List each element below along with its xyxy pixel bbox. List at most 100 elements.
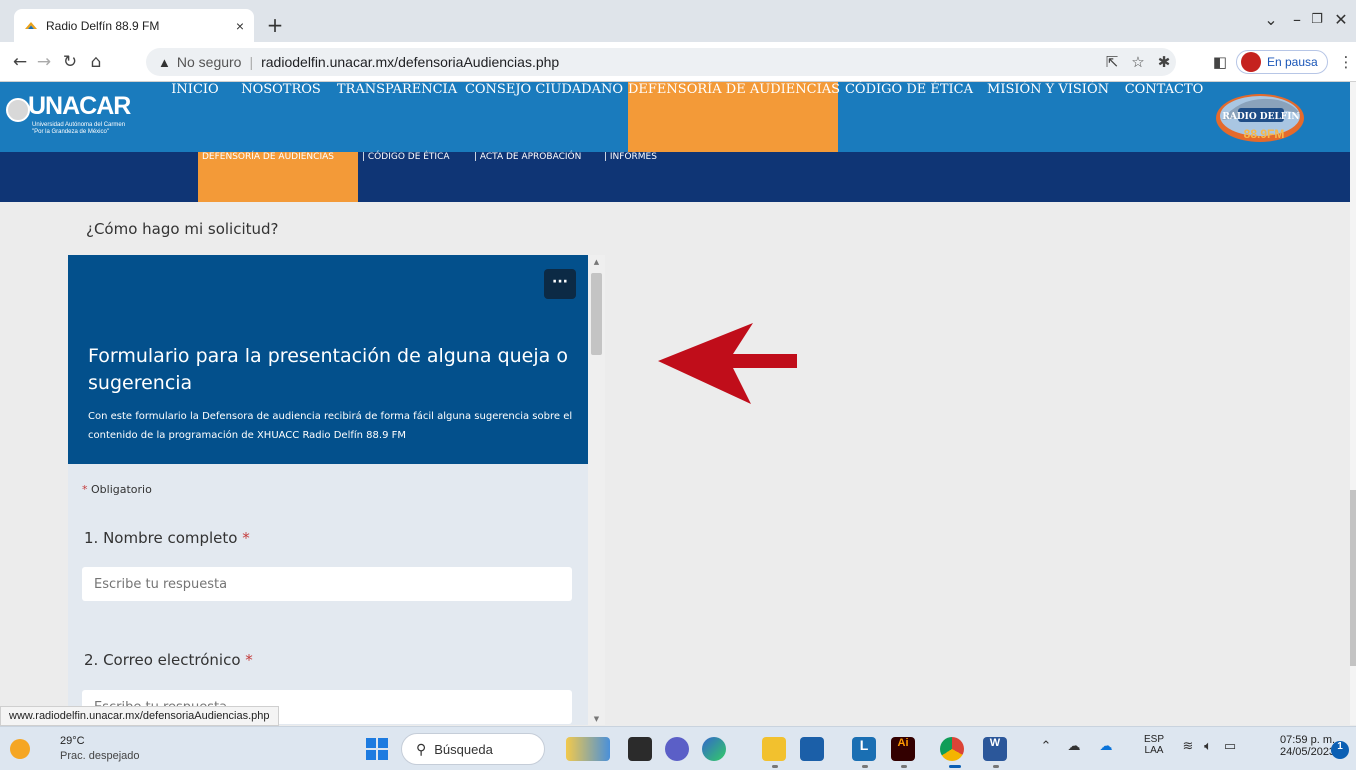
tab-close-icon[interactable]: × xyxy=(236,18,244,34)
profile-avatar xyxy=(1241,52,1261,72)
nav-transparencia[interactable]: TRANSPARENCIA xyxy=(332,82,462,152)
clock-date: 24/05/2023 xyxy=(1280,746,1336,758)
subnav-defensoria-de-audiencias[interactable]: DEFENSORÍA DE AUDIENCIAS xyxy=(198,152,358,202)
logo-text: UNACAR xyxy=(28,92,131,120)
radio-delfin-logo[interactable]: RADIO DELFIN 88.9FM xyxy=(1212,86,1308,148)
bookmark-star-icon[interactable]: ☆ xyxy=(1126,50,1150,74)
address-bar[interactable]: ▲ No seguro | radiodelfin.unacar.mx/defe… xyxy=(146,48,1176,76)
system-clock[interactable]: 07:59 p. m. 24/05/2023 xyxy=(1280,734,1335,758)
radio-logo-text: RADIO DELFIN xyxy=(1222,112,1299,122)
subnav-acta-de-aprobacion[interactable]: | ACTA DE APROBACIÓN xyxy=(474,152,581,202)
nav-nosotros[interactable]: NOSOTROS xyxy=(232,82,330,152)
back-arrow-icon[interactable]: ← xyxy=(8,50,32,74)
form-description: Con este formulario la Defensora de audi… xyxy=(88,411,573,441)
search-highlight-icon[interactable] xyxy=(566,737,610,761)
question-2-text: 2. Correo electrónico xyxy=(84,651,241,669)
radio-logo-frequency: 88.9FM xyxy=(1244,127,1285,141)
store-icon[interactable] xyxy=(800,737,824,761)
url-text: radiodelfin.unacar.mx/defensoriaAudienci… xyxy=(261,54,560,70)
logo-subtitle: Universidad Autónoma del Carmen "Por la … xyxy=(32,122,126,135)
page-scrollbar[interactable] xyxy=(1350,82,1356,725)
page-scrollbar-thumb[interactable] xyxy=(1350,490,1356,666)
file-explorer-icon[interactable] xyxy=(762,737,786,761)
running-indicator xyxy=(772,765,778,768)
browser-toolbar: ← → ↻ ⌂ ▲ No seguro | radiodelfin.unacar… xyxy=(0,42,1356,82)
edge-icon[interactable] xyxy=(702,737,726,761)
task-view-icon[interactable] xyxy=(628,737,652,761)
profile-button[interactable]: En pausa xyxy=(1236,50,1328,74)
required-star: * xyxy=(242,529,250,547)
profile-status: En pausa xyxy=(1267,55,1318,69)
new-tab-button[interactable]: + xyxy=(262,14,288,38)
embedded-form: ··· Formulario para la presentación de a… xyxy=(68,255,588,725)
nav-defensoria-de-audiencias[interactable]: DEFENSORÍA DE AUDIENCIAS xyxy=(628,82,840,152)
scroll-down-icon[interactable]: ▼ xyxy=(588,715,605,723)
nav-inicio[interactable]: INICIO xyxy=(160,82,230,152)
nav-mision-y-vision[interactable]: MISIÓN Y VISIÓN xyxy=(980,82,1116,152)
subnav-codigo-de-etica[interactable]: | CÓDIGO DE ÉTICA xyxy=(362,152,450,202)
section-question: ¿Cómo hago mi solicitud? xyxy=(86,220,279,238)
extensions-puzzle-icon[interactable]: ✱ xyxy=(1152,50,1176,74)
l-app-icon[interactable]: L xyxy=(852,737,876,761)
running-indicator xyxy=(862,765,868,768)
keyboard-layout: LAA xyxy=(1144,745,1164,756)
nombre-completo-input[interactable] xyxy=(82,567,572,601)
wifi-icon[interactable]: ≋ xyxy=(1178,739,1198,754)
chat-icon[interactable] xyxy=(665,737,689,761)
question-1-label: 1. Nombre completo * xyxy=(84,529,250,547)
chrome-icon[interactable] xyxy=(940,737,964,761)
tray-chevron-up-icon[interactable]: ⌃ xyxy=(1036,739,1056,754)
site-main-nav: UNACAR Universidad Autónoma del Carmen "… xyxy=(0,82,1350,152)
side-panel-icon[interactable]: ◧ xyxy=(1208,50,1232,74)
question-2-label: 2. Correo electrónico * xyxy=(84,651,253,669)
required-star: * xyxy=(82,483,88,496)
tray-cloud-outline-icon[interactable]: ☁ xyxy=(1064,739,1084,754)
nav-consejo-ciudadano[interactable]: CONSEJO CIUDADANO xyxy=(464,82,624,152)
question-1-text: 1. Nombre completo xyxy=(84,529,238,547)
red-arrow-icon xyxy=(658,323,797,404)
form-header: ··· Formulario para la presentación de a… xyxy=(68,255,588,464)
required-star: * xyxy=(245,651,253,669)
search-label: Búsqueda xyxy=(434,741,493,757)
form-scrollbar[interactable]: ▲ ▼ xyxy=(588,255,605,725)
radio-favicon-icon xyxy=(25,21,37,29)
form-scrollbar-thumb[interactable] xyxy=(591,273,602,355)
tab-title: Radio Delfín 88.9 FM xyxy=(46,18,160,33)
onedrive-icon[interactable]: ☁ xyxy=(1096,739,1116,754)
notification-badge[interactable]: 1 xyxy=(1331,741,1349,759)
running-indicator xyxy=(901,765,907,768)
forward-arrow-icon[interactable]: → xyxy=(32,50,56,74)
browser-menu-icon[interactable]: ⋮ xyxy=(1334,50,1356,74)
running-indicator xyxy=(993,765,999,768)
link-status-bubble: www.radiodelfin.unacar.mx/defensoriaAudi… xyxy=(0,706,279,726)
windows-start-icon[interactable] xyxy=(366,738,388,760)
warning-triangle-icon: ▲ xyxy=(158,54,171,70)
security-label: No seguro xyxy=(176,54,242,70)
nav-codigo-de-etica[interactable]: CÓDIGO DE ÉTICA xyxy=(840,82,978,152)
language-code: ESP xyxy=(1144,734,1165,745)
nav-contacto[interactable]: CONTACTO xyxy=(1118,82,1210,152)
subnav-informes[interactable]: | INFORMES xyxy=(604,152,657,202)
close-window-button[interactable]: ✕ xyxy=(1326,8,1356,32)
weather-condition: Prac. despejado xyxy=(60,750,140,762)
language-indicator[interactable]: ESP LAA xyxy=(1144,734,1164,756)
home-icon[interactable]: ⌂ xyxy=(84,50,108,74)
reload-icon[interactable]: ↻ xyxy=(58,50,82,74)
weather-sun-icon xyxy=(10,739,30,759)
scroll-up-icon[interactable]: ▲ xyxy=(588,258,605,266)
more-options-button[interactable]: ··· xyxy=(544,269,576,299)
required-note-text: Obligatorio xyxy=(91,483,152,496)
clock-time: 07:59 p. m. xyxy=(1280,734,1336,746)
browser-tab[interactable]: Radio Delfín 88.9 FM × xyxy=(14,9,254,42)
word-icon[interactable]: W xyxy=(983,737,1007,761)
active-indicator xyxy=(949,765,961,768)
unacar-logo[interactable]: UNACAR Universidad Autónoma del Carmen "… xyxy=(6,88,146,146)
taskbar-search[interactable]: ⚲ Búsqueda xyxy=(401,733,545,765)
illustrator-icon[interactable]: Ai xyxy=(891,737,915,761)
battery-icon[interactable]: ▭ xyxy=(1220,739,1240,754)
volume-icon[interactable]: 🔈︎ xyxy=(1198,739,1218,754)
share-icon[interactable]: ⇱ xyxy=(1100,50,1124,74)
site-sub-nav: DEFENSORÍA DE AUDIENCIAS | CÓDIGO DE ÉTI… xyxy=(0,152,1350,202)
form-title: Formulario para la presentación de algun… xyxy=(88,345,568,394)
weather-widget[interactable]: 29°C Prac. despejado xyxy=(8,733,148,767)
